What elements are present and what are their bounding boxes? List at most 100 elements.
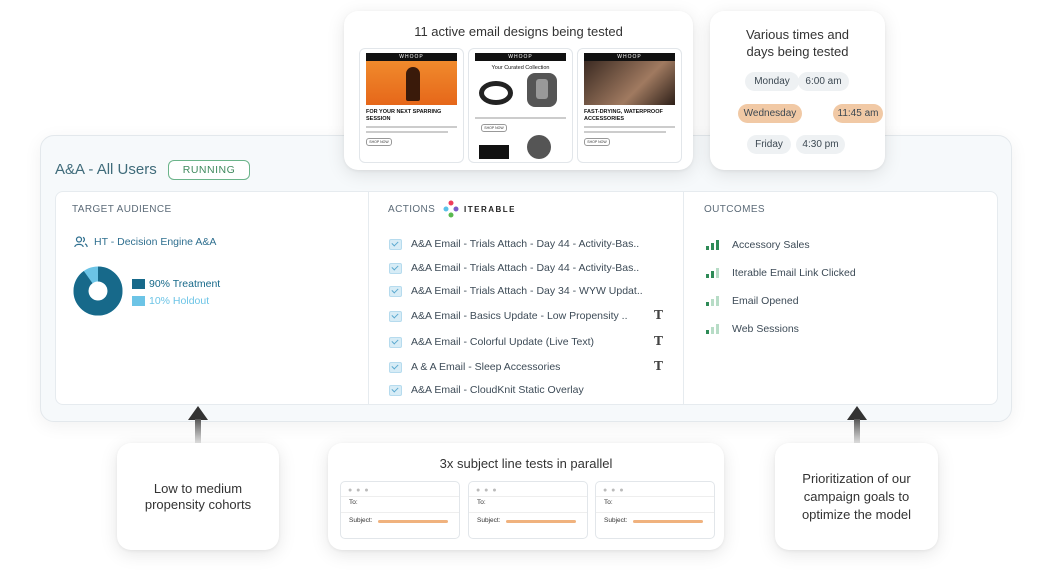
action-label: A & A Email - Sleep Accessories	[411, 361, 561, 373]
action-label: A&A Email - Trials Attach - Day 44 - Act…	[411, 238, 640, 250]
outcome-label: Accessory Sales	[732, 239, 810, 251]
prioritization-card: Prioritization of our campaign goals to …	[775, 443, 938, 550]
brand-header: WHOOP	[475, 53, 566, 61]
action-item[interactable]: A&A Email - Trials Attach - Day 44 - Act…	[389, 238, 659, 250]
email-icon	[389, 384, 402, 396]
time-pill[interactable]: 11:45 am	[833, 104, 883, 123]
signal-bars-icon	[706, 324, 719, 334]
action-label: A&A Email - Trials Attach - Day 44 - Act…	[411, 262, 640, 274]
action-label: A&A Email - Colorful Update (Live Text)	[411, 336, 595, 348]
campaign-panel: A&A - All Users RUNNING TARGET AUDIENCE …	[40, 135, 1012, 422]
email-thumbnail[interactable]: WHOOP FOR YOUR NEXT SPARRING SESSION SHO…	[359, 48, 464, 163]
cohorts-line1: Low to medium	[153, 481, 243, 496]
shop-now-button: SHOP NOW	[481, 124, 507, 132]
status-badge: RUNNING	[168, 160, 250, 180]
action-label: A&A Email - CloudKnit Static Overlay	[411, 384, 584, 396]
target-audience-header: TARGET AUDIENCE	[72, 204, 172, 215]
cohorts-text: Low to medium propensity cohorts	[117, 481, 279, 513]
campaign-details: TARGET AUDIENCE HT - Decision Engine A&A…	[55, 191, 998, 405]
email-thumbnail[interactable]: WHOOP Your Curated Collection SHOP NOW	[468, 48, 573, 163]
holdout-label: 10% Holdout	[149, 295, 210, 307]
day-pill[interactable]: Friday	[747, 135, 791, 154]
outcome-label: Email Opened	[732, 295, 799, 307]
audience-split-donut	[73, 266, 123, 316]
signal-bars-icon	[706, 240, 719, 250]
subject-placeholder-bar	[506, 520, 576, 523]
subject-line-preview: ● ● ● To: Subject:	[468, 481, 588, 539]
send-times-title-line1: Various times and	[745, 27, 850, 42]
text-type-icon: T	[654, 334, 663, 348]
to-label: To:	[477, 499, 486, 506]
prioritization-line2: campaign goals to	[803, 489, 910, 504]
outcome-item[interactable]: Accessory Sales	[706, 239, 810, 251]
action-item[interactable]: A&A Email - CloudKnit Static Overlay	[389, 384, 659, 396]
brand-header: WHOOP	[584, 53, 675, 61]
text-type-icon: T	[654, 308, 663, 322]
treatment-slice	[73, 266, 123, 316]
send-times-title: Various times and days being tested	[710, 26, 885, 60]
email-thumbnail[interactable]: WHOOP FAST-DRYING, WATERPROOF ACCESSORIE…	[577, 48, 682, 163]
treatment-legend: 90% Treatment	[132, 278, 220, 290]
signal-bars-icon	[706, 296, 719, 306]
outcome-item[interactable]: Iterable Email Link Clicked	[706, 267, 856, 279]
email-headline: FOR YOUR NEXT SPARRING SESSION	[366, 109, 442, 122]
email-designs-card: 11 active email designs being tested WHO…	[344, 11, 693, 170]
action-item[interactable]: A&A Email - Trials Attach - Day 34 - WYW…	[389, 285, 659, 297]
subject-label: Subject:	[477, 517, 501, 524]
email-icon	[389, 336, 402, 348]
prioritization-line3: optimize the model	[801, 507, 912, 522]
send-times-card: Various times and days being tested Mond…	[710, 11, 885, 170]
audience-item[interactable]: HT - Decision Engine A&A	[74, 236, 216, 248]
product-images	[475, 73, 566, 111]
actions-header: ACTIONS	[388, 204, 436, 215]
to-label: To:	[604, 499, 613, 506]
window-dots: ● ● ●	[476, 487, 498, 494]
outcomes-header: OUTCOMES	[704, 204, 765, 215]
email-headline: Your Curated Collection	[491, 65, 550, 71]
users-icon	[74, 236, 88, 248]
cohorts-card: Low to medium propensity cohorts	[117, 443, 279, 550]
time-pill[interactable]: 6:00 am	[798, 72, 849, 91]
window-dots: ● ● ●	[603, 487, 625, 494]
iterable-logo-icon	[443, 200, 459, 218]
holdout-swatch	[132, 296, 145, 306]
outcomes-section: OUTCOMES Accessory Sales Iterable Email L…	[683, 192, 998, 404]
email-icon	[389, 238, 402, 250]
action-item[interactable]: A&A Email - Basics Update - Low Propensi…	[389, 310, 659, 322]
audience-name: HT - Decision Engine A&A	[94, 236, 217, 248]
target-audience-section: TARGET AUDIENCE HT - Decision Engine A&A…	[56, 192, 368, 404]
shop-now-button: SHOP NOW	[584, 138, 610, 146]
email-headline: FAST-DRYING, WATERPROOF ACCESSORIES	[584, 109, 663, 122]
outcome-label: Web Sessions	[732, 323, 799, 335]
day-pill[interactable]: Monday	[745, 72, 799, 91]
hero-image	[366, 61, 457, 105]
email-icon	[389, 310, 402, 322]
day-pill[interactable]: Wednesday	[738, 104, 802, 123]
iterable-logo: ITERABLE	[443, 200, 516, 218]
subject-line-preview: ● ● ● To: Subject:	[595, 481, 715, 539]
to-label: To:	[349, 499, 358, 506]
subject-tests-title: 3x subject line tests in parallel	[439, 456, 613, 471]
email-icon	[389, 262, 402, 274]
actions-section: ACTIONS ITERABLE A&A Email - Trials Atta…	[368, 192, 684, 404]
outcome-label: Iterable Email Link Clicked	[732, 267, 856, 279]
iterable-logo-text: ITERABLE	[464, 204, 516, 214]
email-icon	[389, 361, 402, 373]
action-item[interactable]: A&A Email - Trials Attach - Day 44 - Act…	[389, 262, 659, 274]
email-icon	[389, 285, 402, 297]
subject-label: Subject:	[604, 517, 628, 524]
action-item[interactable]: A&A Email - Colorful Update (Live Text)	[389, 336, 659, 348]
action-label: A&A Email - Basics Update - Low Propensi…	[411, 310, 628, 322]
campaign-title[interactable]: A&A - All Users	[55, 161, 157, 178]
send-times-title-line2: days being tested	[746, 44, 849, 59]
cohorts-line2: propensity cohorts	[144, 497, 252, 512]
prioritization-text: Prioritization of our campaign goals to …	[775, 470, 938, 524]
outcome-item[interactable]: Web Sessions	[706, 323, 799, 335]
action-item[interactable]: A & A Email - Sleep Accessories	[389, 361, 659, 373]
email-designs-title: 11 active email designs being tested	[414, 24, 623, 39]
subject-line-preview: ● ● ● To: Subject:	[340, 481, 460, 539]
time-pill[interactable]: 4:30 pm	[796, 135, 845, 154]
subject-placeholder-bar	[378, 520, 448, 523]
hero-image	[584, 61, 675, 105]
outcome-item[interactable]: Email Opened	[706, 295, 799, 307]
